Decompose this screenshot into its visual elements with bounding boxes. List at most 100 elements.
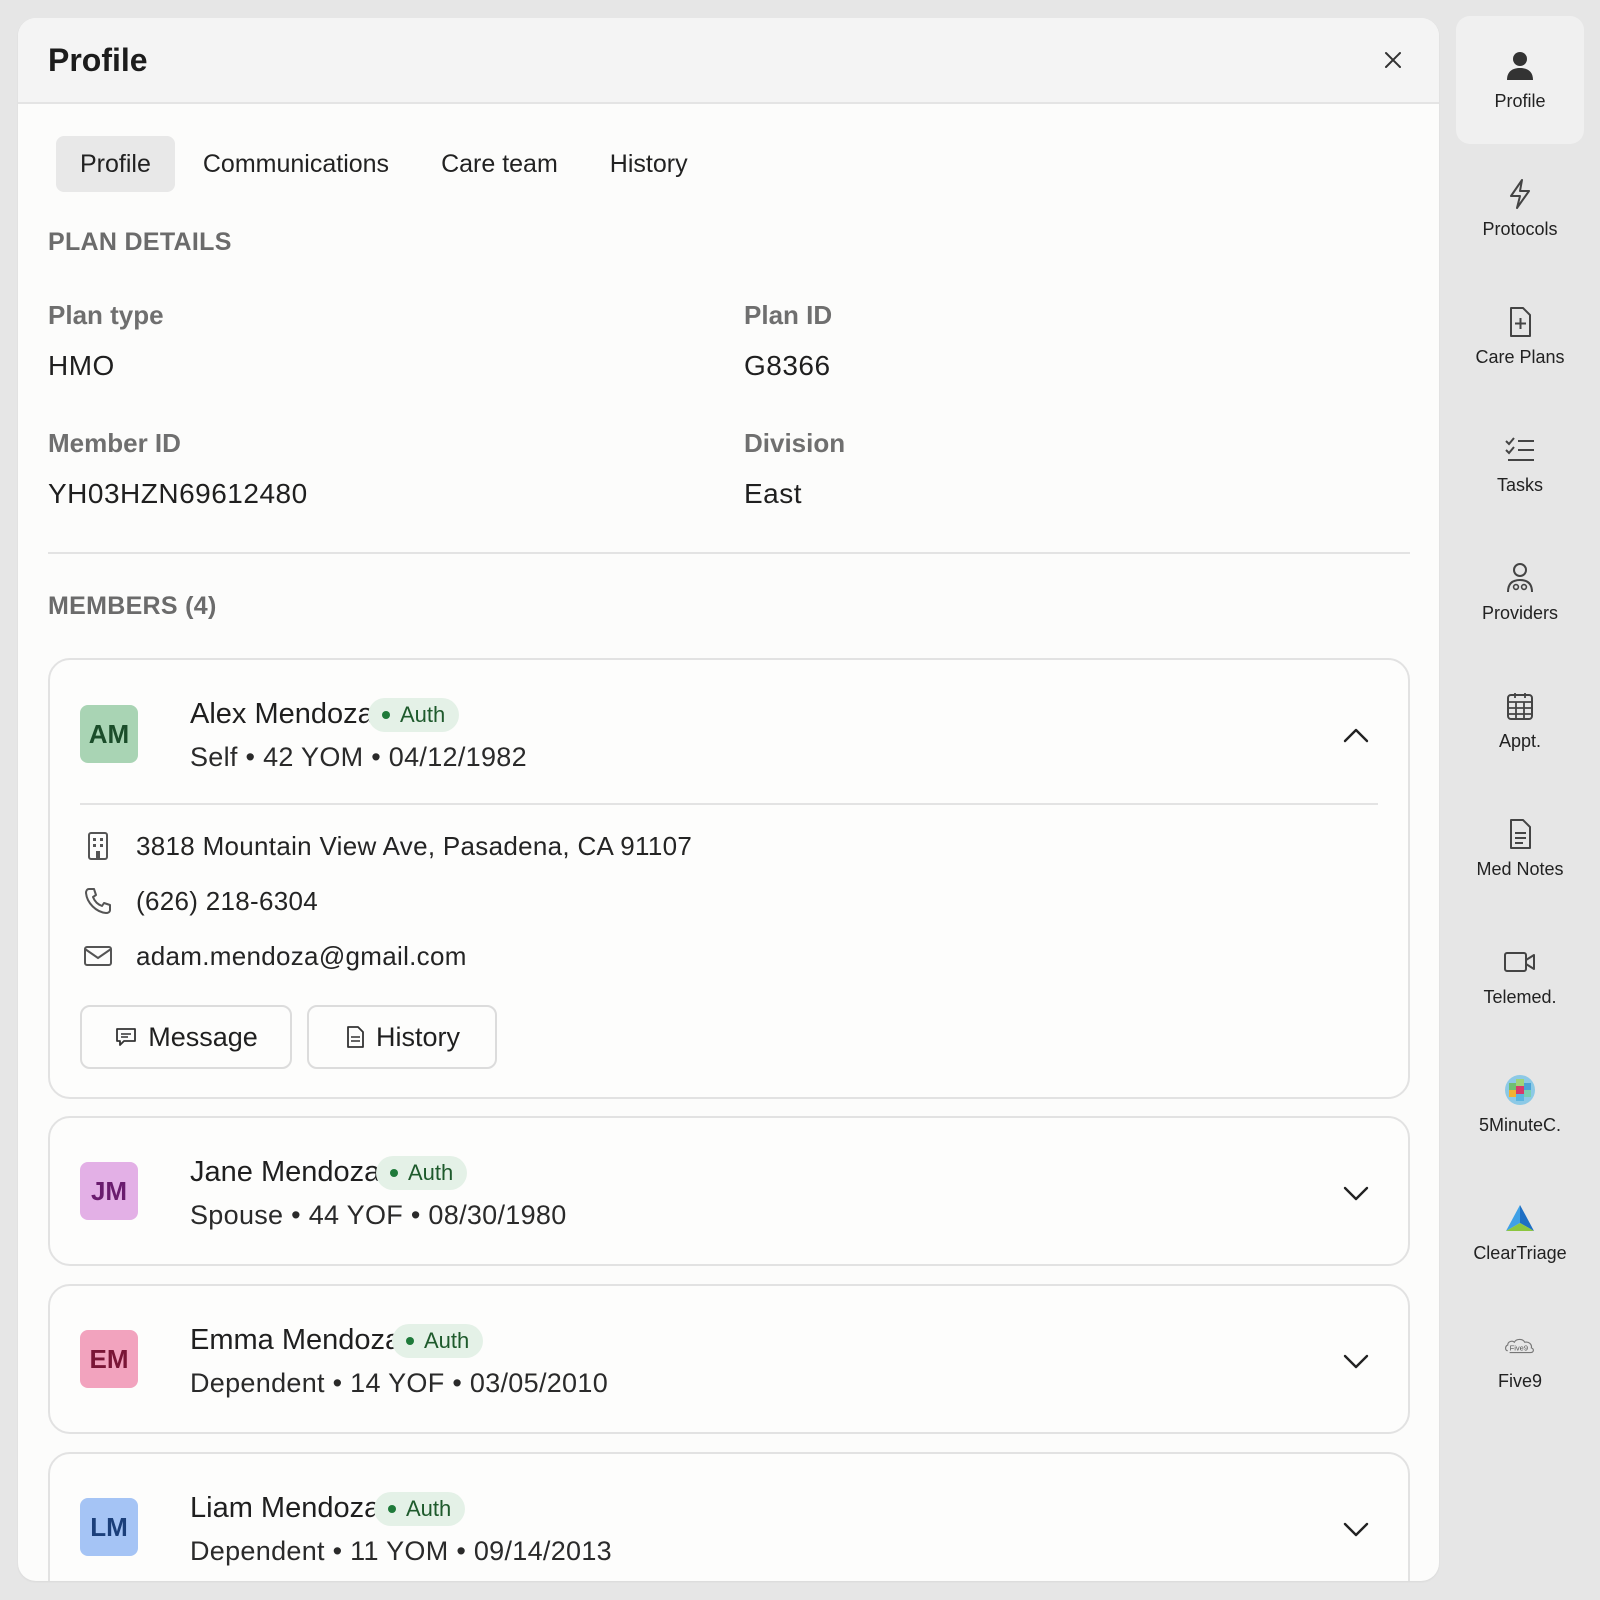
rail-item-5minutec[interactable]: 5MinuteC. [1456,1040,1584,1168]
member-card-header[interactable]: AM Alex Mendoza Auth Self • 42 YOM • 04/… [50,660,1408,824]
building-icon [80,828,116,864]
member-card-alex: AM Alex Mendoza Auth Self • 42 YOM • 04/… [48,658,1410,1099]
status-dot-icon [382,711,390,719]
tab-care-team[interactable]: Care team [417,136,582,192]
chevron-down-icon[interactable] [1338,1175,1374,1211]
rail-label: Med Notes [1476,858,1564,879]
tab-bar: Profile Communications Care team History [56,136,712,192]
rail-label: 5MinuteC. [1478,1114,1562,1135]
rail-item-appt[interactable]: Appt. [1456,656,1584,784]
rail-item-protocols[interactable]: Protocols [1456,144,1584,272]
status-badge: Auth [392,1324,484,1358]
lightning-icon [1503,177,1537,211]
checklist-icon [1503,433,1537,467]
email-text[interactable]: adam.mendoza@gmail.com [136,941,467,972]
members-heading: MEMBERS (4) [48,592,217,620]
phone-text[interactable]: (626) 218-6304 [136,886,318,917]
document-icon [1503,817,1537,851]
division-label: Division [744,428,846,458]
rail-item-providers[interactable]: Providers [1456,528,1584,656]
panel-header: Profile [18,18,1439,104]
status-dot-icon [406,1337,414,1345]
rail-label: Tasks [1496,474,1543,495]
rail-item-telemed[interactable]: Telemed. [1456,912,1584,1040]
plan-details-heading: PLAN DETAILS [48,228,232,256]
five9-logo-icon: Five9 [1503,1329,1537,1363]
member-details: Spouse • 44 YOF • 08/30/1980 [190,1200,567,1230]
chevron-down-icon[interactable] [1338,1511,1374,1547]
address-text: 3818 Mountain View Ave, Pasadena, CA 911… [136,830,693,861]
document-icon [347,1026,364,1048]
member-name: Jane Mendoza [190,1156,381,1188]
status-dot-icon [390,1169,398,1177]
tab-profile[interactable]: Profile [56,136,175,192]
status-badge-label: Auth [406,1496,452,1521]
calendar-icon [1503,689,1537,723]
plan-id-value: G8366 [744,350,831,381]
rail-label: Protocols [1482,218,1558,239]
card-divider [80,803,1378,805]
avatar: EM [80,1330,138,1388]
chevron-down-icon[interactable] [1338,1343,1374,1379]
rail-item-five9[interactable]: Five9 Five9 [1456,1296,1584,1424]
plan-type-value: HMO [48,350,115,381]
avatar: JM [80,1162,138,1220]
person-icon [1503,49,1537,83]
section-divider [48,552,1410,554]
member-id-value: YH03HZN69612480 [48,478,308,509]
member-card-liam[interactable]: LM Liam Mendoza Auth Dependent • 11 YOM … [48,1452,1410,1581]
rail-label: Telemed. [1483,986,1557,1007]
status-badge: Auth [368,698,460,732]
status-badge: Auth [376,1156,468,1190]
member-id-label: Member ID [48,428,181,458]
rail-label: Five9 [1497,1370,1542,1391]
five9-logo-text: Five9 [1510,1343,1528,1352]
rail-label: Care Plans [1475,346,1565,367]
mail-icon [80,938,116,974]
address-row: 3818 Mountain View Ave, Pasadena, CA 911… [80,828,692,864]
rail-label: Providers [1481,602,1559,623]
status-badge: Auth [374,1492,466,1526]
rail-label: Profile [1494,90,1546,111]
rail-item-med-notes[interactable]: Med Notes [1456,784,1584,912]
member-details: Self • 42 YOM • 04/12/1982 [190,742,527,772]
history-button-label: History [375,1021,460,1052]
avatar: AM [80,705,138,763]
rail-label: Appt. [1498,730,1542,751]
email-row: adam.mendoza@gmail.com [80,938,467,974]
history-button[interactable]: History [307,1005,497,1069]
rail-item-tasks[interactable]: Tasks [1456,400,1584,528]
rail-item-care-plans[interactable]: Care Plans [1456,272,1584,400]
status-badge-label: Auth [400,702,446,727]
member-name: Emma Mendoza [190,1324,402,1356]
member-details: Dependent • 14 YOF • 03/05/2010 [190,1368,609,1398]
rail-item-profile[interactable]: Profile [1456,16,1584,144]
plan-id-label: Plan ID [744,300,833,330]
tab-communications[interactable]: Communications [179,136,413,192]
5minute-logo-icon [1503,1073,1537,1107]
video-icon [1503,945,1537,979]
member-name: Alex Mendoza [190,698,374,730]
member-details: Dependent • 11 YOM • 09/14/2013 [190,1536,612,1566]
phone-row: (626) 218-6304 [80,883,318,919]
providers-icon [1503,561,1537,595]
status-badge-label: Auth [408,1160,454,1185]
profile-panel: Profile Profile Communications Care team… [18,18,1439,1581]
rail-label: ClearTriage [1473,1242,1567,1263]
message-icon [116,1028,137,1046]
close-icon [1385,52,1401,68]
member-card-emma[interactable]: EM Emma Mendoza Auth Dependent • 14 YOF … [48,1284,1410,1434]
panel-title: Profile [48,41,148,78]
tab-history[interactable]: History [586,136,712,192]
chevron-up-icon[interactable] [1338,718,1374,754]
message-button[interactable]: Message [80,1005,292,1069]
status-dot-icon [388,1505,396,1513]
division-value: East [744,478,803,509]
member-card-jane[interactable]: JM Jane Mendoza Auth Spouse • 44 YOF • 0… [48,1116,1410,1266]
cleartriage-logo-icon [1503,1201,1537,1235]
rail-item-cleartriage[interactable]: ClearTriage [1456,1168,1584,1296]
phone-icon [80,883,116,919]
avatar: LM [80,1498,138,1556]
plan-type-label: Plan type [48,300,164,330]
close-button[interactable] [1377,44,1409,76]
